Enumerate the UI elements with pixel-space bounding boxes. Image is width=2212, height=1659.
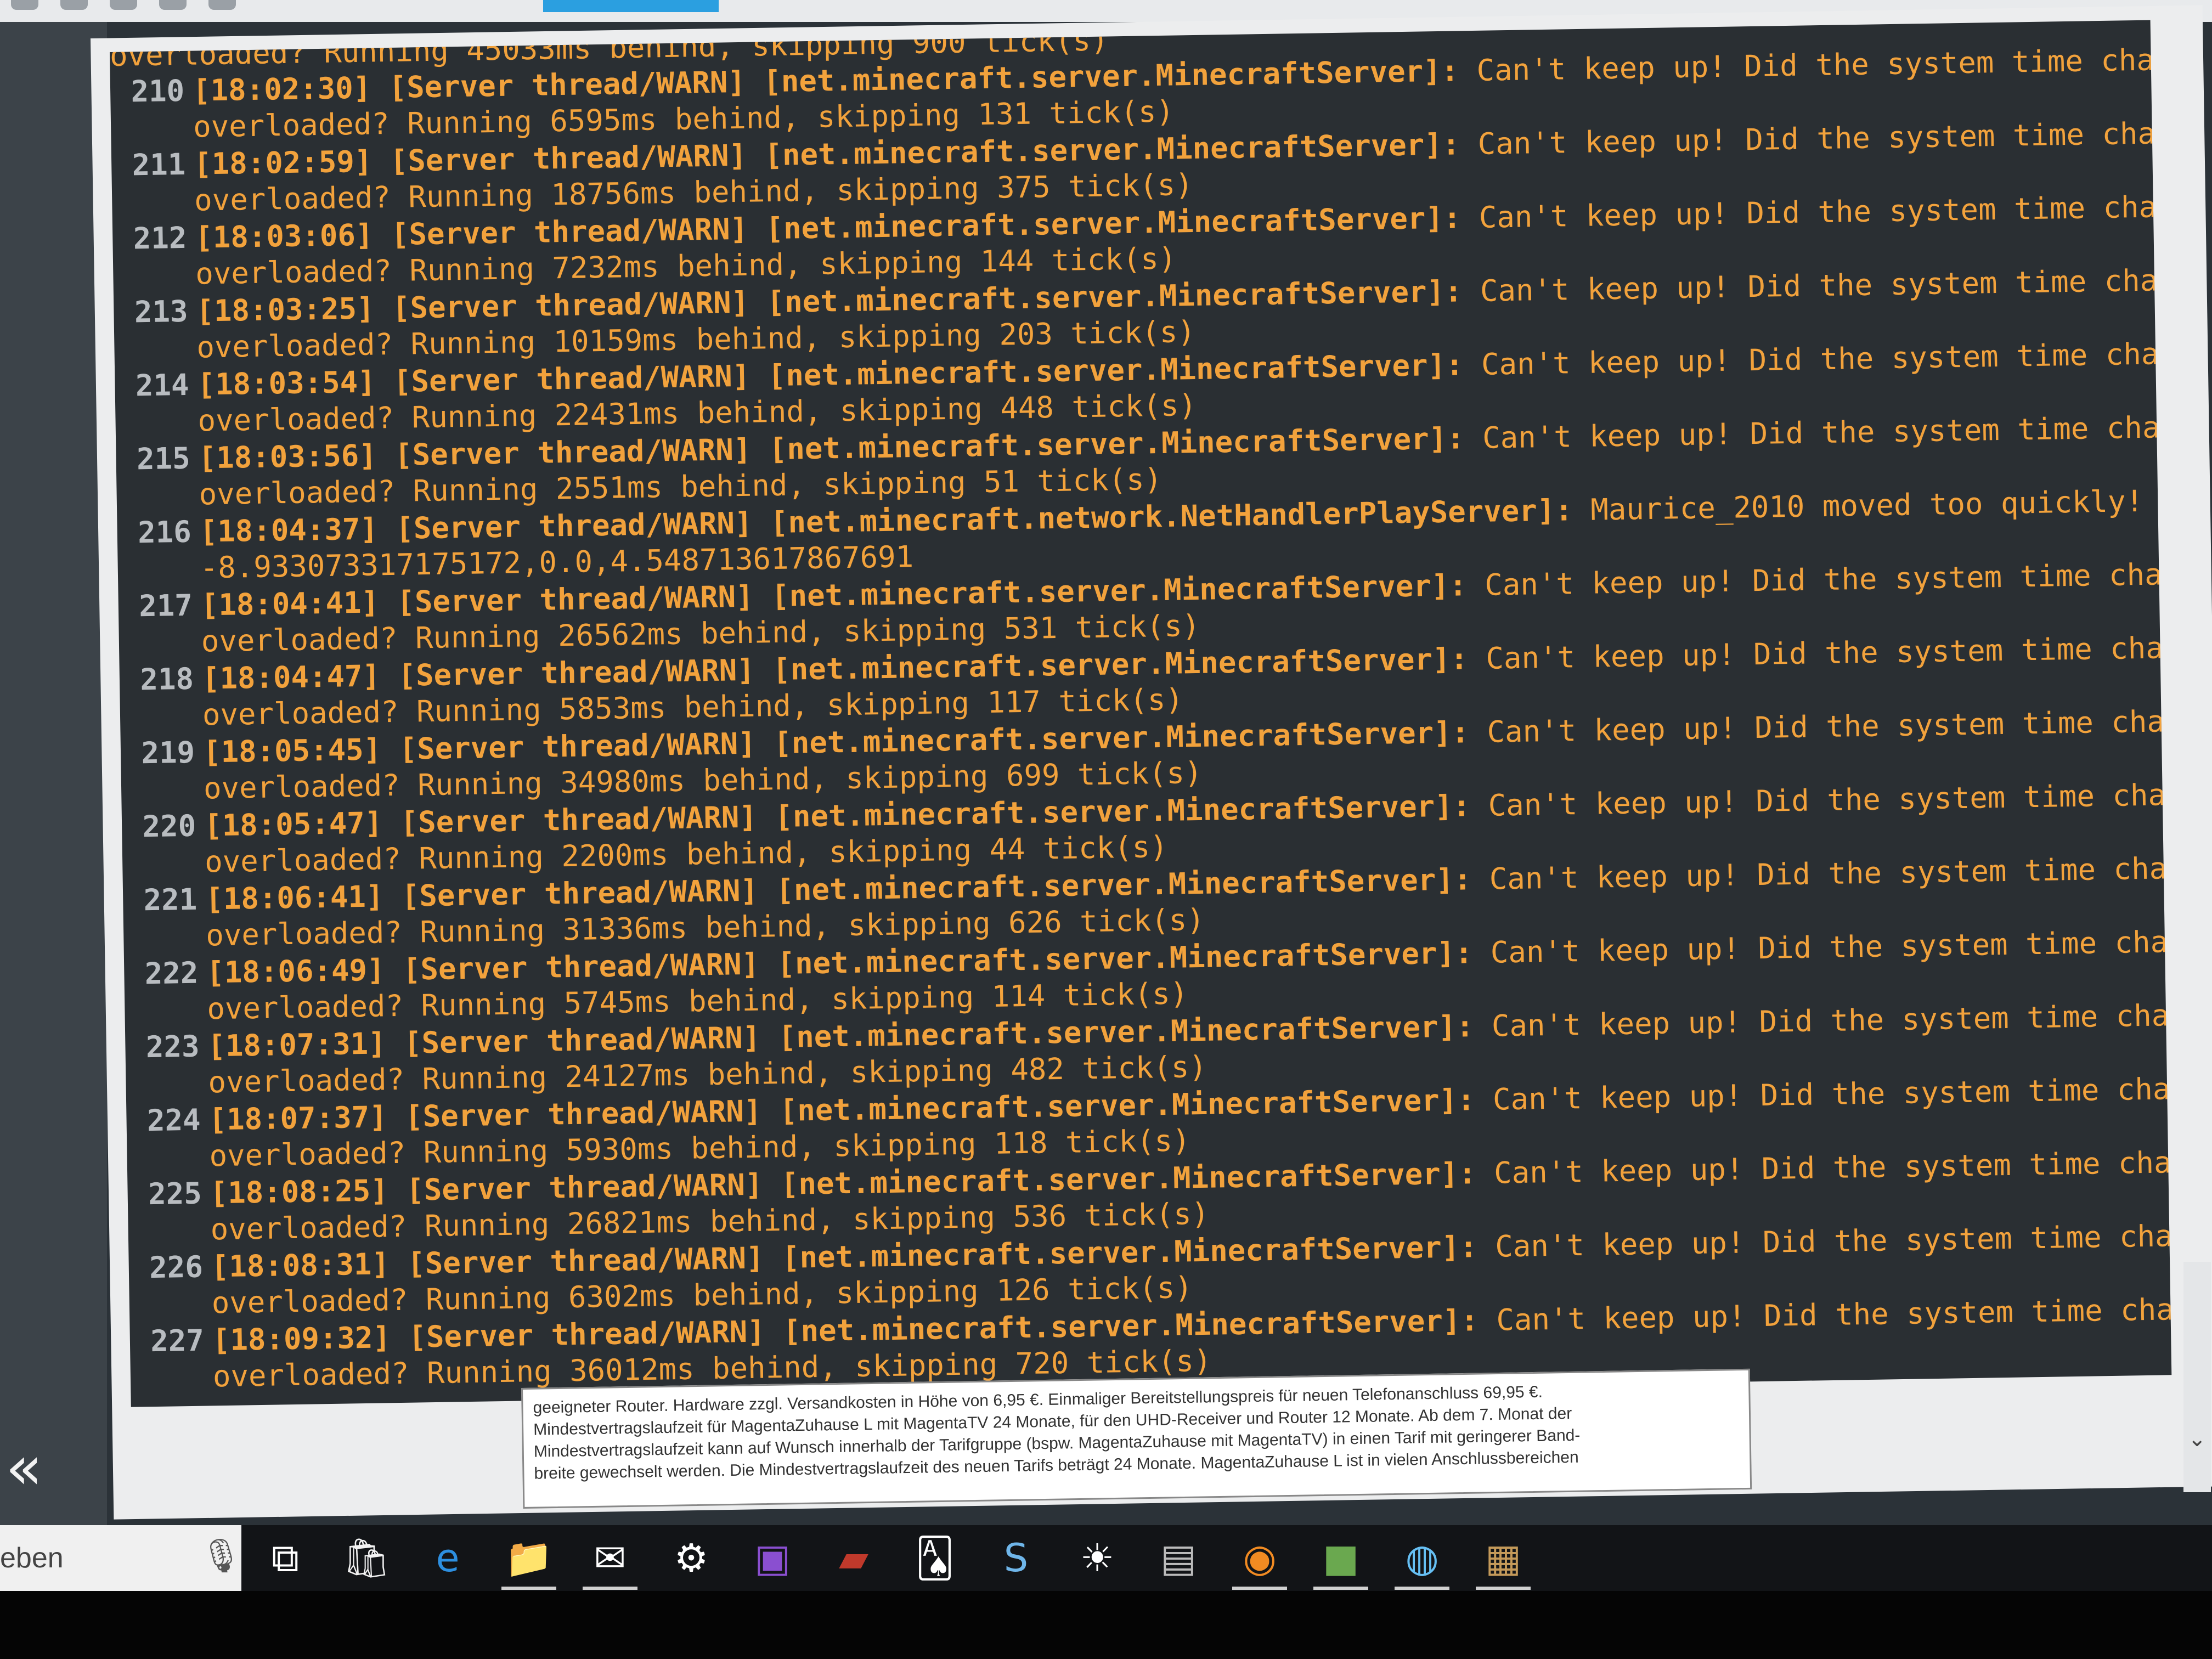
solitaire-icon[interactable]: 🂡	[907, 1531, 962, 1585]
skype-icon[interactable]: S	[989, 1531, 1043, 1585]
log-thread: [Server thread/WARN]	[393, 358, 751, 399]
log-thread: [Server thread/WARN]	[396, 579, 754, 619]
log-timestamp: [18:08:31]	[211, 1246, 390, 1284]
mail-icon[interactable]: ✉	[583, 1531, 637, 1590]
left-sidebar: «	[0, 22, 107, 1525]
log-message: Maurice_2010 moved too quickly!	[1590, 483, 2144, 527]
minecraft-icon[interactable]: ■	[1313, 1531, 1368, 1590]
toolbar-icon[interactable]	[208, 0, 236, 10]
settings-icon[interactable]: ⚙	[664, 1531, 719, 1585]
log-timestamp: [18:03:56]	[198, 438, 377, 476]
line-number: 221	[143, 882, 198, 918]
line-number: 227	[150, 1323, 205, 1359]
line-number: 211	[132, 146, 186, 183]
line-number: 222	[144, 955, 199, 991]
task-view-icon[interactable]: ⧉	[258, 1531, 313, 1585]
app-gray-icon[interactable]: ▤	[1151, 1531, 1206, 1585]
photos-icon[interactable]: ▣	[745, 1531, 800, 1585]
line-number: 225	[148, 1176, 202, 1212]
file-explorer-icon[interactable]: 📁	[501, 1531, 556, 1590]
line-number: 220	[142, 808, 196, 844]
app-red-icon[interactable]: ▰	[826, 1531, 881, 1585]
monitor-bezel	[0, 1591, 2212, 1659]
toolbar-icon[interactable]	[11, 0, 38, 10]
firefox-icon[interactable]: ◉	[1232, 1531, 1287, 1590]
running-indicator	[1395, 1587, 1449, 1590]
active-tab-indicator[interactable]	[543, 0, 719, 12]
log-timestamp: [18:04:47]	[201, 658, 381, 696]
log-thread: [Server thread/WARN]	[407, 1240, 765, 1281]
line-number: 223	[145, 1029, 200, 1065]
toolbar-icon[interactable]	[60, 0, 88, 10]
log-timestamp: [18:03:54]	[197, 364, 376, 402]
line-number: 212	[133, 220, 187, 256]
chest-icon[interactable]: ▦	[1476, 1531, 1531, 1590]
log-timestamp: [18:02:30]	[192, 70, 371, 108]
line-number: 215	[136, 441, 191, 477]
line-number: 218	[139, 661, 194, 697]
log-thread: [Server thread/WARN]	[408, 1314, 766, 1355]
toolbar-icon[interactable]	[159, 0, 187, 10]
line-number: 224	[146, 1102, 201, 1138]
steam-icon[interactable]: ◍	[1395, 1531, 1449, 1590]
log-thread: [Server thread/WARN]	[404, 1093, 762, 1134]
toolbar-icon[interactable]	[110, 0, 137, 10]
brightness-icon[interactable]: ☀	[1070, 1531, 1125, 1585]
log-thread: [Server thread/WARN]	[395, 505, 753, 546]
server-console-log[interactable]: overloaded? Running 45033ms behind, skip…	[110, 20, 2172, 1407]
log-timestamp: [18:07:31]	[207, 1026, 387, 1064]
log-timestamp: [18:06:41]	[205, 879, 384, 917]
log-thread: [Server thread/WARN]	[400, 799, 758, 840]
microphone-icon[interactable]: 🎙	[200, 1536, 242, 1575]
windows-taskbar: eben 🎙 ⧉ 🛍 e 📁 ✉ ⚙ ▣ ▰ 🂡 S ☀ ▤ ◉ ■ ◍ ▦	[0, 1525, 2212, 1591]
log-thread: [Server thread/WARN]	[391, 211, 748, 252]
log-thread: [Server thread/WARN]	[394, 432, 752, 472]
log-timestamp: [18:04:37]	[199, 511, 379, 549]
log-thread: [Server thread/WARN]	[398, 652, 755, 693]
log-thread: [Server thread/WARN]	[390, 138, 747, 178]
running-indicator	[1313, 1587, 1368, 1590]
log-list: 210 [18:02:30] [Server thread/WARN] [net.…	[110, 37, 2171, 1397]
log-timestamp: [18:03:06]	[194, 217, 374, 255]
log-timestamp: [18:05:45]	[202, 732, 382, 770]
log-timestamp: [18:04:41]	[200, 585, 380, 623]
running-indicator	[501, 1587, 556, 1590]
running-indicator	[1476, 1587, 1531, 1590]
running-indicator	[1232, 1587, 1287, 1590]
log-timestamp: [18:06:49]	[206, 952, 385, 990]
store-icon[interactable]: 🛍	[339, 1531, 394, 1585]
collapse-sidebar-icon[interactable]: «	[5, 1437, 42, 1498]
log-timestamp: [18:09:32]	[212, 1320, 391, 1358]
log-thread: [Server thread/WARN]	[401, 873, 759, 913]
line-number: 214	[135, 367, 190, 403]
running-indicator	[583, 1587, 637, 1590]
search-placeholder: eben	[0, 1542, 64, 1574]
monitor-screen: « overloaded? Running 45033ms behind, sk…	[0, 0, 2212, 1591]
scroll-down-icon[interactable]: ⌄	[2188, 1426, 2207, 1452]
log-timestamp: [18:05:47]	[204, 805, 383, 843]
line-number: 219	[141, 735, 195, 771]
log-thread: [Server thread/WARN]	[402, 946, 760, 987]
log-timestamp: [18:07:37]	[208, 1099, 388, 1137]
line-number: 213	[134, 294, 188, 330]
log-thread: [Server thread/WARN]	[392, 285, 749, 325]
log-thread: [Server thread/WARN]	[403, 1020, 761, 1060]
edge-icon[interactable]: e	[420, 1531, 475, 1585]
log-thread: [Server thread/WARN]	[405, 1167, 763, 1207]
log-timestamp: [18:02:59]	[193, 144, 373, 182]
log-timestamp: [18:03:25]	[195, 291, 375, 329]
advertisement-fine-print: geeigneter Router. Hardware zzgl. Versan…	[521, 1368, 1752, 1509]
log-thread: [Server thread/WARN]	[388, 64, 746, 105]
line-number: 216	[137, 514, 192, 550]
line-number: 217	[138, 588, 193, 624]
log-timestamp: [18:08:25]	[210, 1173, 389, 1211]
toolbar-icons	[11, 0, 236, 12]
scrollbar[interactable]	[2183, 1262, 2211, 1492]
line-number: 226	[149, 1249, 204, 1285]
line-number: 210	[131, 73, 185, 109]
log-thread: [Server thread/WARN]	[399, 726, 757, 766]
taskbar-search-box[interactable]: eben 🎙	[0, 1525, 242, 1591]
